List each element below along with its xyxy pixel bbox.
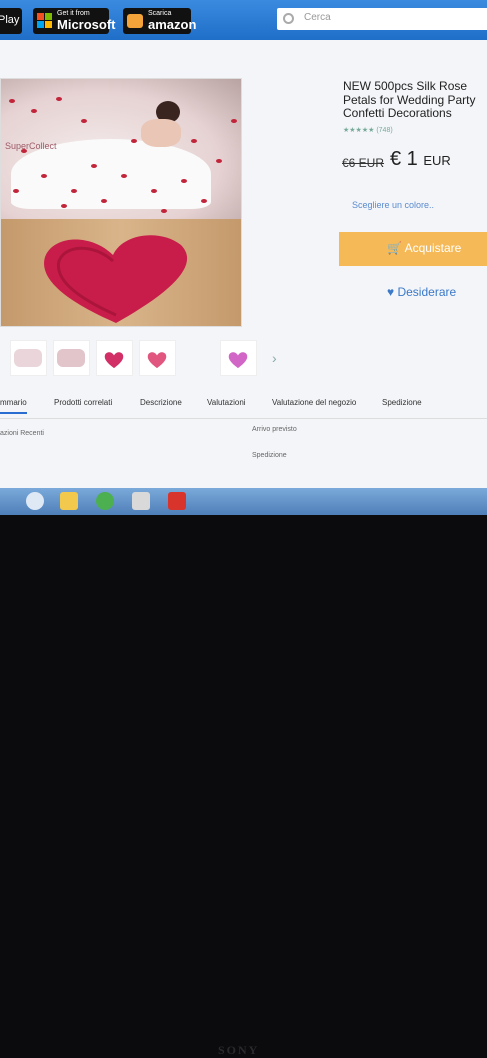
arrival-label: Arrivo previsto [252, 426, 297, 433]
folder-icon[interactable] [60, 492, 78, 510]
thumbnail[interactable] [139, 340, 176, 376]
image-watermark: SuperCollect [5, 141, 57, 151]
brand-logo: SONY [218, 1043, 260, 1057]
thumbnail[interactable] [96, 340, 133, 376]
app-icon[interactable] [132, 492, 150, 510]
wishlist-button[interactable]: ♥ Desiderare [387, 285, 456, 299]
rating-stars[interactable]: ★★★★★ (748) [343, 126, 393, 134]
heart-icon: ♥ [387, 285, 398, 299]
price: € 1 EUR [390, 148, 451, 170]
product-tabs: mmario Prodotti correlati Descrizione Va… [0, 390, 487, 419]
thumbnail-strip [0, 340, 300, 378]
cart-icon: 🛒 [387, 241, 405, 255]
monitor-bezel: SONY [0, 515, 487, 1057]
tab-reviews[interactable]: Valutazioni [207, 398, 246, 407]
tab-store-rating[interactable]: Valutazione del negozio [272, 398, 356, 407]
screen: Play Get it from Microsoft Scarica amazo… [0, 0, 487, 515]
chevron-right-icon[interactable]: › [272, 350, 277, 366]
shipping-label: Spedizione [252, 452, 287, 459]
store-header: Play Get it from Microsoft Scarica amazo… [0, 0, 487, 40]
microsoft-logo-icon [37, 13, 53, 29]
thumbnail[interactable] [220, 340, 257, 376]
chrome-icon[interactable] [96, 492, 114, 510]
reviews-heading: azioni Recenti [0, 430, 44, 437]
tab-description[interactable]: Descrizione [140, 398, 182, 407]
product-image[interactable]: SuperCollect [0, 78, 242, 327]
play-badge[interactable]: Play [0, 8, 22, 34]
old-price: €6 EUR [342, 156, 385, 170]
product-title: NEW 500pcs Silk Rose Petals for Wedding … [343, 79, 476, 120]
tab-summary[interactable]: mmario [0, 398, 27, 414]
buy-button[interactable]: 🛒 Acquistare [339, 232, 487, 266]
ie-icon[interactable] [26, 492, 44, 510]
microsoft-store-badge[interactable]: Get it from Microsoft [33, 8, 116, 34]
thumbnail[interactable] [10, 340, 47, 376]
heart-petals-photo [1, 219, 241, 326]
search-icon [283, 13, 294, 24]
search-input[interactable]: Cerca [277, 8, 487, 30]
tab-related[interactable]: Prodotti correlati [54, 398, 112, 407]
taskbar [0, 488, 487, 515]
tab-shipping[interactable]: Spedizione [382, 398, 422, 407]
bride-photo: SuperCollect [1, 79, 241, 219]
pdf-icon[interactable] [168, 492, 186, 510]
color-select[interactable]: Scegliere un colore.. [352, 200, 434, 210]
amazon-badge[interactable]: Scarica amazon [123, 8, 196, 34]
thumbnail[interactable] [53, 340, 90, 376]
amazon-logo-icon [127, 14, 143, 28]
